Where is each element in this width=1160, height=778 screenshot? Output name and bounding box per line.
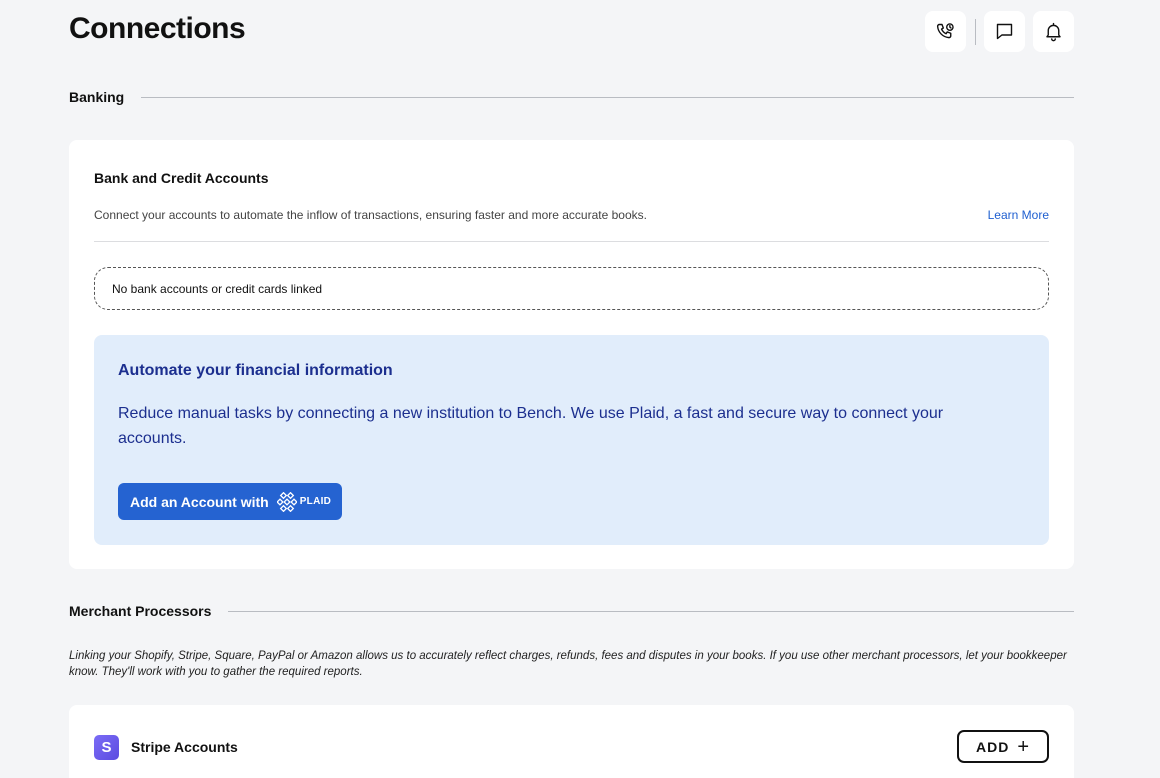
- stripe-logo-icon: S: [94, 735, 119, 760]
- bell-icon: [1046, 22, 1061, 42]
- page-title: Connections: [69, 12, 246, 45]
- header-actions: [925, 11, 1074, 52]
- add-label: ADD: [975, 738, 1010, 755]
- stripe-title: Stripe Accounts: [131, 739, 238, 755]
- connections-page: Connections Banking Bank and Credit Acco…: [0, 0, 1160, 778]
- section-label: Merchant Processors: [69, 603, 212, 619]
- section-rule: [141, 96, 1074, 98]
- notifications-button[interactable]: [1033, 11, 1074, 52]
- add-account-plaid-button[interactable]: Add an Account with PLAID: [118, 483, 342, 520]
- header-divider: [975, 18, 976, 45]
- card-title: Bank and Credit Accounts: [94, 170, 269, 186]
- banking-section-header: Banking: [69, 89, 1074, 105]
- section-rule: [228, 610, 1074, 612]
- merchant-description: Linking your Shopify, Stripe, Square, Pa…: [69, 650, 1067, 678]
- button-label: Add an Account with: [130, 493, 269, 510]
- stripe-accounts-card: S Stripe Accounts ADD +: [69, 705, 1074, 778]
- promo-body: Reduce manual tasks by connecting a new …: [118, 405, 944, 447]
- chat-icon: [996, 23, 1013, 40]
- chat-button[interactable]: [984, 11, 1025, 52]
- card-description: Connect your accounts to automate the in…: [94, 208, 647, 222]
- card-divider: [94, 241, 1049, 242]
- promo-title: Automate your financial information: [118, 362, 393, 379]
- learn-more-link[interactable]: Learn More: [988, 208, 1049, 222]
- plaid-logo-icon: [276, 491, 297, 512]
- empty-state: No bank accounts or credit cards linked: [94, 267, 1049, 310]
- plus-icon: +: [1017, 735, 1031, 758]
- phone-icon: [936, 23, 954, 39]
- phone-button[interactable]: [925, 11, 966, 52]
- plaid-promo: Automate your financial information Redu…: [94, 335, 1049, 545]
- bank-accounts-card: Bank and Credit Accounts Connect your ac…: [69, 140, 1074, 569]
- section-label: Banking: [69, 89, 125, 105]
- plaid-wordmark: PLAID: [299, 496, 332, 507]
- add-stripe-button[interactable]: ADD +: [957, 730, 1049, 763]
- merchant-section-header: Merchant Processors: [69, 603, 1074, 619]
